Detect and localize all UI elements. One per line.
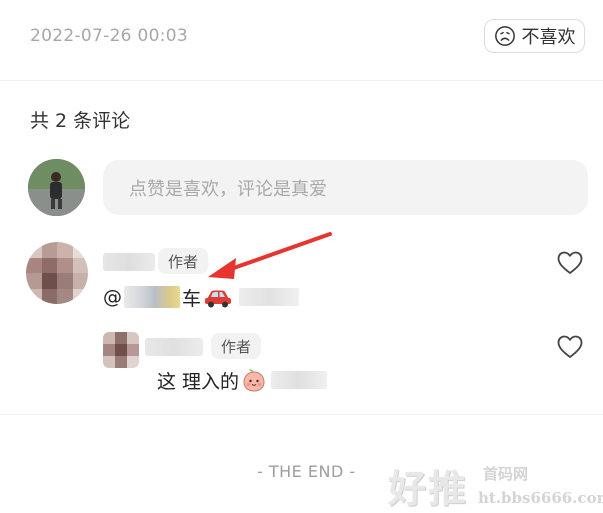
divider (0, 414, 603, 415)
author-tag: 作者 (211, 333, 262, 359)
comment-text-visible: 车 (182, 287, 202, 310)
heart-icon[interactable] (556, 250, 584, 276)
reply-text-redacted (271, 371, 328, 389)
reply-author-avatar[interactable] (103, 332, 139, 368)
annotation-arrow (208, 232, 332, 279)
dislike-button[interactable]: 不喜欢 (484, 19, 585, 53)
watermark-line2: ht.bbs6666.com (478, 489, 603, 507)
watermark-line1: 首码网 (483, 465, 529, 483)
reply-text: 这 理入的 (157, 366, 328, 394)
post-timestamp: 2022-07-26 00:03 (30, 26, 188, 46)
sad-face-icon (494, 26, 515, 46)
the-end-label: - THE END - (257, 462, 356, 481)
heart-icon[interactable] (556, 334, 584, 360)
peach-face-icon (243, 369, 265, 392)
commenter-avatar[interactable] (26, 242, 88, 304)
comment-count: 共 2 条评论 (30, 110, 131, 132)
mention-prefix: @ (103, 286, 122, 308)
reply-author-name-redacted (145, 338, 203, 356)
comment-input[interactable]: 点赞是喜欢，评论是真爱 (103, 160, 588, 215)
mention-redacted[interactable] (124, 286, 180, 308)
dislike-label: 不喜欢 (521, 27, 576, 48)
commenter-name-redacted (103, 253, 155, 271)
divider (0, 80, 603, 81)
reply-text-visible: 这 理入的 (157, 370, 240, 393)
comment-text-redacted (239, 288, 300, 306)
comment-input-placeholder: 点赞是喜欢，评论是真爱 (129, 178, 327, 200)
current-user-avatar[interactable] (28, 159, 85, 216)
watermark-logo: 好推 (388, 467, 469, 511)
